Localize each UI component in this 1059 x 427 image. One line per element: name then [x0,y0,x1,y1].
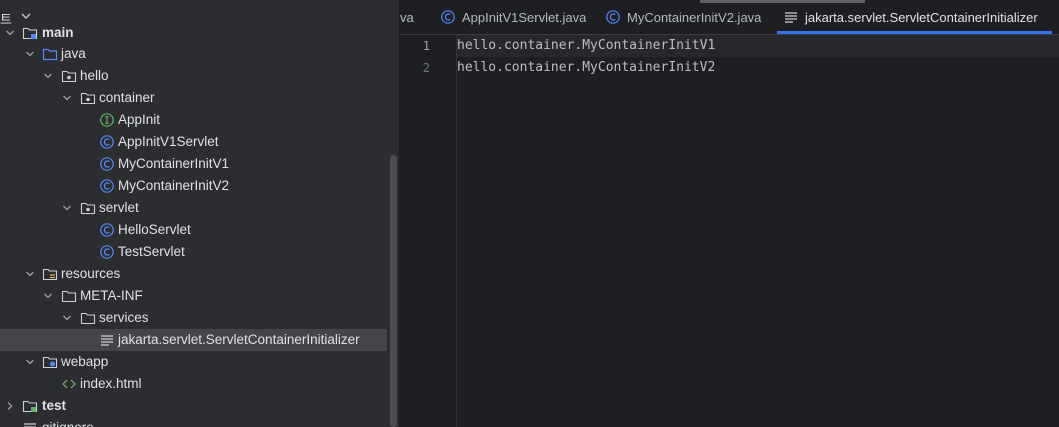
tab-servlet-container-initializer[interactable]: jakarta.servlet.ServletContainerInitiali… [783,0,1038,34]
tree-row-servlet-container-initializer[interactable]: jakarta.servlet.ServletContainerInitiali… [0,329,387,351]
tree-row-servlet[interactable]: servlet [0,197,399,219]
html-file-icon [61,373,77,395]
chevron-down-icon[interactable] [61,307,73,329]
tree-row-label: META-INF [80,288,143,303]
tree-row-label: MyContainerInitV1 [118,156,230,171]
package-icon [80,197,96,219]
chevron-right-icon[interactable] [4,395,16,417]
tree-row-label: AppInitV1Servlet [118,134,219,149]
tree-row-label: main [42,25,74,40]
class-icon [99,219,115,241]
tab-mycontainerinitv2[interactable]: MyContainerInitV2.java [605,0,761,34]
chevron-down-icon[interactable] [24,263,36,285]
tree-row-label: jakarta.servlet.ServletContainerInitiali… [118,332,360,347]
chevron-down-icon[interactable] [61,197,73,219]
tab-label: jakarta.servlet.ServletContainerInitiali… [805,9,1038,25]
line-number-gutter[interactable]: 1 2 [400,35,457,427]
tree-row-testservlet[interactable]: TestServlet [0,241,399,263]
tree-row-label: TestServlet [118,244,185,259]
chevron-down-icon[interactable] [42,65,54,87]
code-line[interactable]: hello.container.MyContainerInitV1 [457,38,715,53]
tree-row-label: test [42,398,67,413]
chevron-down-icon[interactable] [4,22,16,44]
editor: va AppInitV1Servlet.java MyContainerInit… [400,0,1059,427]
folder-icon [80,307,96,329]
chevron-down-icon[interactable] [42,285,54,307]
tree-row-index-html[interactable]: index.html [0,373,399,395]
tree-row-resources[interactable]: resources [0,263,399,285]
tree-row-appinit[interactable]: AppInit [0,109,399,131]
tab-appinitv1servlet[interactable]: AppInitV1Servlet.java [440,0,586,34]
tree-row-label: AppInit [118,112,161,127]
tree-row-label: services [99,310,149,325]
chevron-down-icon[interactable] [20,10,32,22]
tree-row-mycontainerinitv2[interactable]: MyContainerInitV2 [0,175,399,197]
package-icon [80,87,96,109]
project-panel: 트 main java hello container AppInit AppI… [0,0,399,427]
class-icon [99,131,115,153]
line-number: 1 [422,39,430,53]
interface-icon [99,109,115,131]
tree-row-label: index.html [80,376,142,391]
text-file-icon [783,9,799,25]
source-folder-icon [42,43,58,65]
package-icon [61,65,77,87]
active-tab-underline [777,31,1052,34]
text-file-icon [22,417,38,427]
tree-row-label: resources [61,266,121,281]
tree-row-container[interactable]: container [0,87,399,109]
tree-row-test[interactable]: test [0,395,399,417]
chevron-down-icon[interactable] [24,351,36,373]
project-panel-scrollbar[interactable] [390,155,397,427]
tree-row-label: webapp [61,354,109,369]
tree-row-label: servlet [99,200,139,215]
tab-label: MyContainerInitV2.java [627,9,762,25]
line-number: 2 [422,61,430,75]
tree-row-services[interactable]: services [0,307,399,329]
web-folder-icon [42,351,58,373]
tree-row-label: container [99,90,155,105]
tab-label: AppInitV1Servlet.java [462,9,587,25]
tree-row-appinitv1servlet[interactable]: AppInitV1Servlet [0,131,399,153]
chevron-down-icon[interactable] [24,43,36,65]
tree-row-mycontainerinitv1[interactable]: MyContainerInitV1 [0,153,399,175]
tree-row-main[interactable]: main [0,22,399,44]
tree-row-hello[interactable]: hello [0,65,399,87]
tree-row-label: gitignore [42,417,94,427]
class-icon [440,9,456,25]
class-icon [99,153,115,175]
text-file-icon [99,329,115,351]
editor-tab-bar: va AppInitV1Servlet.java MyContainerInit… [400,0,1059,35]
chevron-down-icon[interactable] [61,87,73,109]
module-folder-icon [22,395,38,417]
tab-partial-java[interactable]: va [400,0,414,34]
tree-row-meta-inf[interactable]: META-INF [0,285,399,307]
resources-folder-icon [42,263,58,285]
tree-row-label: java [61,46,86,61]
tree-row-label: HelloServlet [118,222,191,237]
code-line[interactable]: hello.container.MyContainerInitV2 [457,60,715,75]
tree-row-webapp[interactable]: webapp [0,351,399,373]
class-icon [605,9,621,25]
module-folder-icon [22,22,38,44]
tree-row-label: MyContainerInitV2 [118,178,230,193]
tree-row-label: hello [80,68,109,83]
tree-row-gitignore[interactable]: gitignore [0,417,399,427]
class-icon [99,241,115,263]
folder-icon [61,285,77,307]
tree-row-helloservlet[interactable]: HelloServlet [0,219,399,241]
class-icon [99,175,115,197]
tab-label: va [400,9,414,25]
tree-row-java[interactable]: java [0,43,399,65]
